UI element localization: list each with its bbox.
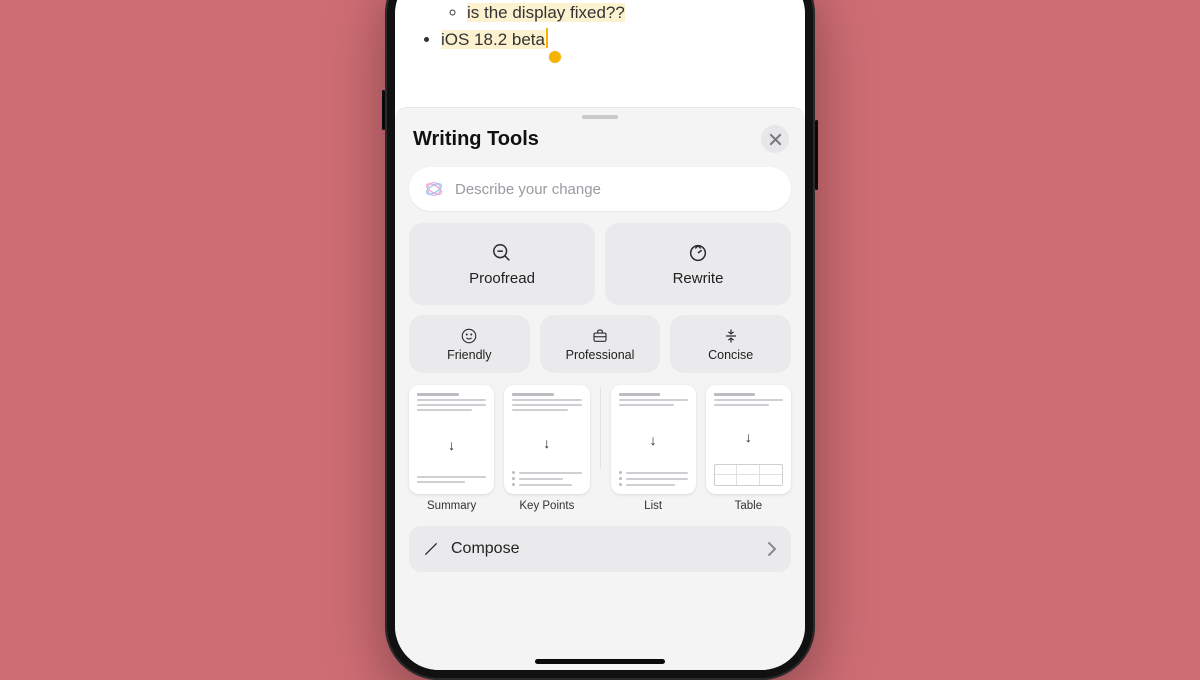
selection-handle-icon[interactable] — [549, 51, 561, 63]
note-item[interactable]: iPad mini 7 reviews is the display fixed… — [441, 0, 787, 27]
compose-label: Compose — [451, 540, 519, 558]
magnifier-check-icon — [491, 242, 513, 264]
friendly-button[interactable]: Friendly — [409, 315, 530, 373]
concise-button[interactable]: Concise — [670, 315, 791, 373]
divider — [600, 387, 601, 469]
concise-icon — [722, 327, 740, 345]
summary-label: Summary — [427, 500, 476, 512]
describe-change-input[interactable]: Describe your change — [409, 167, 791, 211]
sheet-title: Writing Tools — [413, 128, 539, 151]
close-icon — [769, 133, 782, 146]
rewrite-button[interactable]: Rewrite — [605, 223, 791, 305]
home-indicator[interactable] — [535, 659, 665, 664]
table-thumb-icon: ↓ — [706, 385, 791, 494]
text-cursor — [546, 28, 548, 48]
sheet-grabber[interactable] — [582, 115, 618, 119]
friendly-label: Friendly — [447, 348, 491, 362]
compose-button[interactable]: Compose — [409, 526, 791, 572]
prompt-placeholder: Describe your change — [455, 181, 601, 198]
pencil-icon — [423, 541, 439, 557]
summary-button[interactable]: ↓ Summary — [409, 385, 494, 512]
table-label: Table — [735, 500, 763, 512]
tone-actions-row: Friendly Professional Concise — [395, 315, 805, 373]
professional-label: Professional — [566, 348, 635, 362]
summary-thumb-icon: ↓ — [409, 385, 494, 494]
format-actions-row: ↓ Summary ↓ Key Points — [395, 373, 805, 512]
keypoints-label: Key Points — [519, 500, 574, 512]
rewrite-icon — [687, 242, 709, 264]
note-subitem[interactable]: is the display fixed?? — [467, 0, 787, 26]
list-button[interactable]: ↓ List — [611, 385, 696, 512]
sheet-header: Writing Tools — [395, 123, 805, 163]
keypoints-button[interactable]: ↓ Key Points — [504, 385, 589, 512]
close-button[interactable] — [761, 125, 789, 153]
smile-icon — [460, 327, 478, 345]
notes-editor[interactable]: iPad mini 7 reviews is the display fixed… — [395, 0, 805, 107]
table-button[interactable]: ↓ Table — [706, 385, 791, 512]
chevron-right-icon — [767, 541, 777, 557]
writing-tools-sheet: Writing Tools Describe your change — [395, 107, 805, 670]
list-thumb-icon: ↓ — [611, 385, 696, 494]
note-text: iOS 18.2 beta — [441, 30, 545, 49]
professional-button[interactable]: Professional — [540, 315, 661, 373]
phone-frame: iPad mini 7 reviews is the display fixed… — [385, 0, 815, 680]
primary-actions-row: Proofread Rewrite — [395, 223, 805, 305]
rewrite-label: Rewrite — [673, 270, 724, 287]
note-item[interactable]: iOS 18.2 beta — [441, 27, 787, 53]
note-subtext: is the display fixed?? — [467, 3, 625, 22]
apple-intelligence-icon — [423, 178, 445, 200]
concise-label: Concise — [708, 348, 753, 362]
keypoints-thumb-icon: ↓ — [504, 385, 589, 494]
briefcase-icon — [591, 327, 609, 345]
phone-screen: iPad mini 7 reviews is the display fixed… — [395, 0, 805, 670]
list-label: List — [644, 500, 662, 512]
proofread-label: Proofread — [469, 270, 535, 287]
proofread-button[interactable]: Proofread — [409, 223, 595, 305]
